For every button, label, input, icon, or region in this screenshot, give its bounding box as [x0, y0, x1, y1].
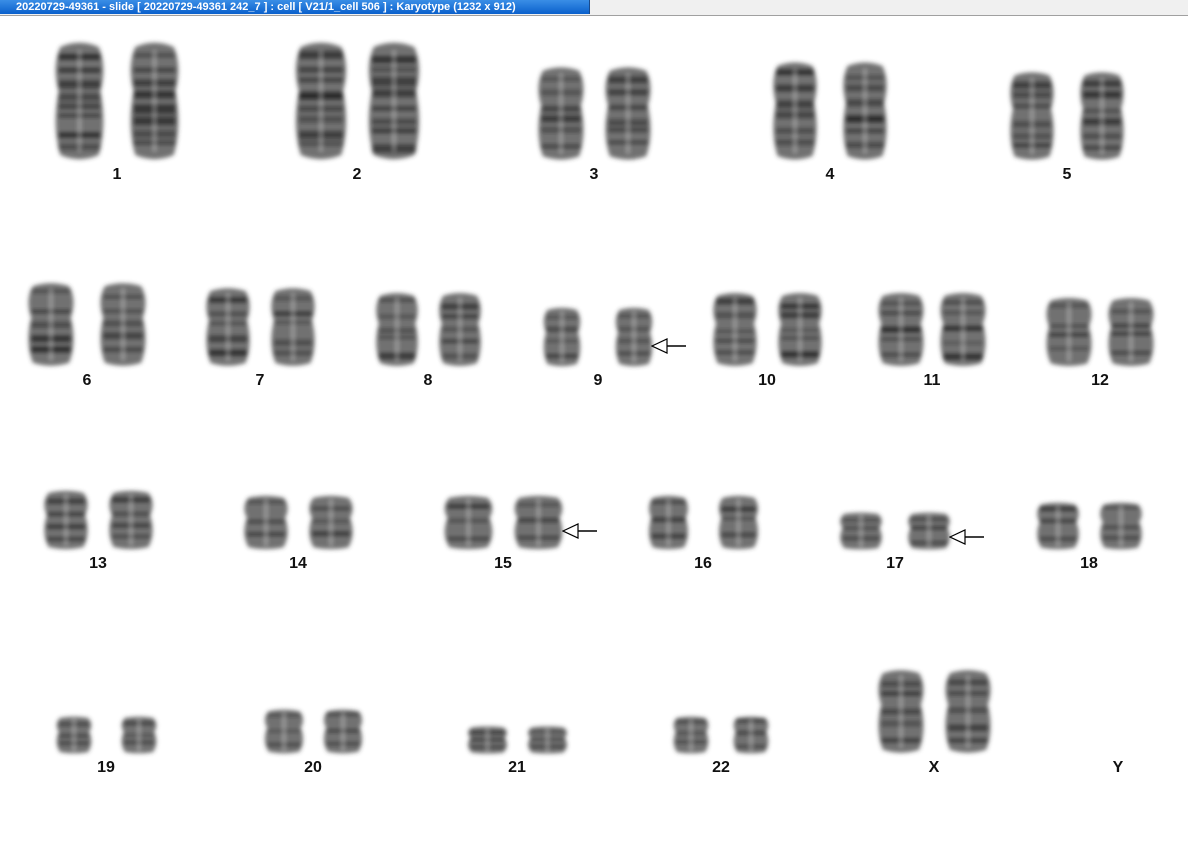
chromosome-label: 16 [694, 555, 712, 572]
chromosome-label: 6 [82, 372, 92, 389]
chromosome-label: 11 [923, 372, 941, 389]
chromosome-label: 10 [758, 372, 776, 389]
chromosome-4-1 [773, 62, 817, 160]
chromosome-label: 8 [423, 372, 433, 389]
chromosome-21-2 [527, 726, 567, 754]
chromosome-1-2 [130, 42, 179, 160]
chromosome-x-2 [944, 670, 991, 753]
chromosome-2-1 [295, 42, 346, 160]
chromosome-17-2 [908, 512, 950, 550]
chromosome-11-1 [878, 293, 924, 366]
chromosome-20-2 [323, 709, 362, 754]
chromosome-8-2 [438, 293, 481, 366]
chromosome-8-1 [375, 293, 418, 366]
chromosome-21-1 [467, 726, 507, 754]
chromosome-label: 18 [1080, 555, 1098, 572]
chromosome-10-1 [712, 293, 757, 366]
chromosome-14-2 [308, 495, 353, 550]
chromosome-label: 15 [494, 555, 512, 572]
abnormality-arrow-icon [651, 338, 686, 354]
chromosome-19-1 [56, 716, 91, 754]
chromosome-15-2 [514, 495, 562, 550]
chromosome-16-1 [648, 495, 688, 550]
chromosome-14-1 [243, 495, 288, 550]
chromosome-1-1 [55, 42, 104, 160]
chromosome-label: 19 [97, 759, 115, 776]
chromosome-label: 21 [508, 759, 526, 776]
abnormality-arrow-icon [949, 528, 984, 545]
chromosome-5-1 [1010, 72, 1054, 160]
chromosome-10-2 [777, 293, 822, 366]
chromosome-19-2 [121, 716, 156, 754]
chromosome-17-1 [840, 512, 882, 550]
chromosome-11-2 [940, 293, 986, 366]
chromosome-4-2 [843, 62, 887, 160]
chromosome-label: 20 [304, 759, 322, 776]
chromosome-label: 22 [712, 759, 730, 776]
chromosome-label: 3 [589, 166, 599, 183]
chromosome-20-1 [264, 709, 303, 754]
chromosome-3-2 [604, 67, 651, 160]
chromosome-label: 5 [1062, 166, 1072, 183]
chromosome-x-1 [877, 670, 924, 753]
chromosome-label: 1 [112, 166, 122, 183]
chromosome-label: Y [1112, 759, 1124, 776]
chromosome-5-2 [1080, 72, 1124, 160]
chromosome-label: 12 [1091, 372, 1109, 389]
window-title[interactable]: 20220729-49361 - slide [ 20220729-49361 … [0, 0, 590, 14]
window-titlebar: 20220729-49361 - slide [ 20220729-49361 … [0, 0, 1188, 16]
chromosome-22-1 [673, 716, 709, 754]
chromosome-18-1 [1036, 502, 1079, 550]
chromosome-12-1 [1046, 298, 1092, 366]
chromosome-6-1 [28, 283, 74, 366]
chromosome-7-2 [270, 288, 315, 366]
chromosome-13-2 [108, 490, 153, 550]
chromosome-label: X [928, 759, 940, 776]
chromosome-6-2 [100, 283, 146, 366]
abnormality-arrow-icon [561, 522, 597, 539]
chromosome-15-1 [444, 495, 492, 550]
chromosome-label: 17 [886, 555, 904, 572]
chromosome-label: 2 [352, 166, 362, 183]
chromosome-label: 7 [255, 372, 265, 389]
chromosome-9-1 [543, 307, 581, 367]
chromosome-13-1 [43, 490, 88, 550]
chromosome-label: 13 [89, 555, 107, 572]
chromosome-2-2 [368, 42, 419, 160]
chromosome-7-1 [205, 288, 250, 366]
chromosome-label: 9 [593, 372, 603, 389]
chromosome-label: 14 [289, 555, 307, 572]
chromosome-3-1 [537, 67, 584, 160]
chromosome-16-2 [718, 495, 758, 550]
chromosome-9-2 [615, 307, 653, 367]
chromosome-18-2 [1099, 502, 1142, 550]
chromosome-label: 4 [825, 166, 835, 183]
chromosome-12-2 [1108, 298, 1154, 366]
chromosome-22-2 [733, 716, 769, 754]
